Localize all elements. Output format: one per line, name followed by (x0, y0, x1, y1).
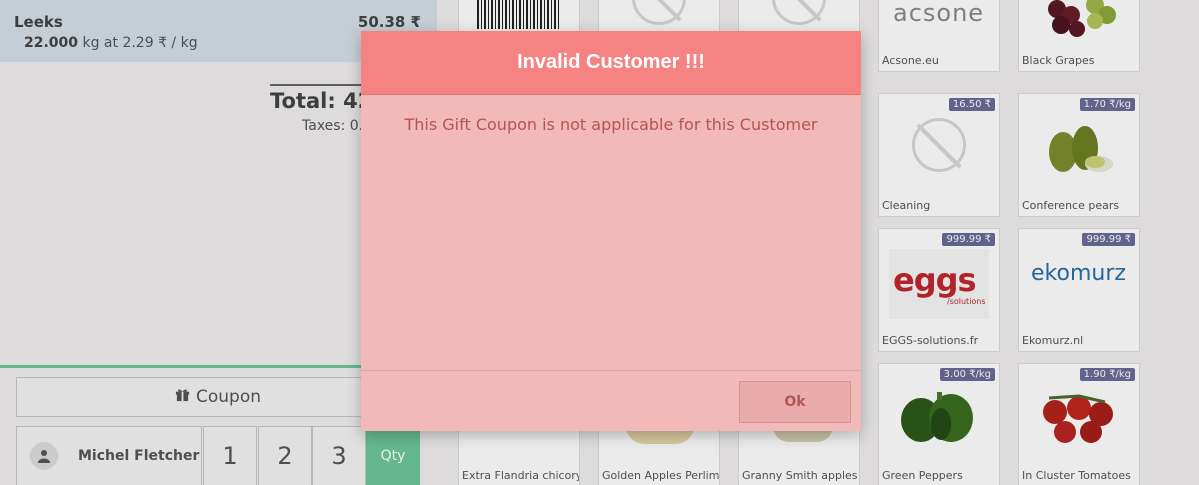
ok-button[interactable]: Ok (739, 381, 851, 423)
dialog-header: Invalid Customer !!! (361, 31, 861, 95)
dialog-message: This Gift Coupon is not applicable for t… (404, 115, 818, 134)
dialog-title: Invalid Customer !!! (517, 51, 705, 73)
dialog-footer: Ok (361, 370, 861, 431)
error-dialog: Invalid Customer !!! This Gift Coupon is… (361, 31, 861, 431)
